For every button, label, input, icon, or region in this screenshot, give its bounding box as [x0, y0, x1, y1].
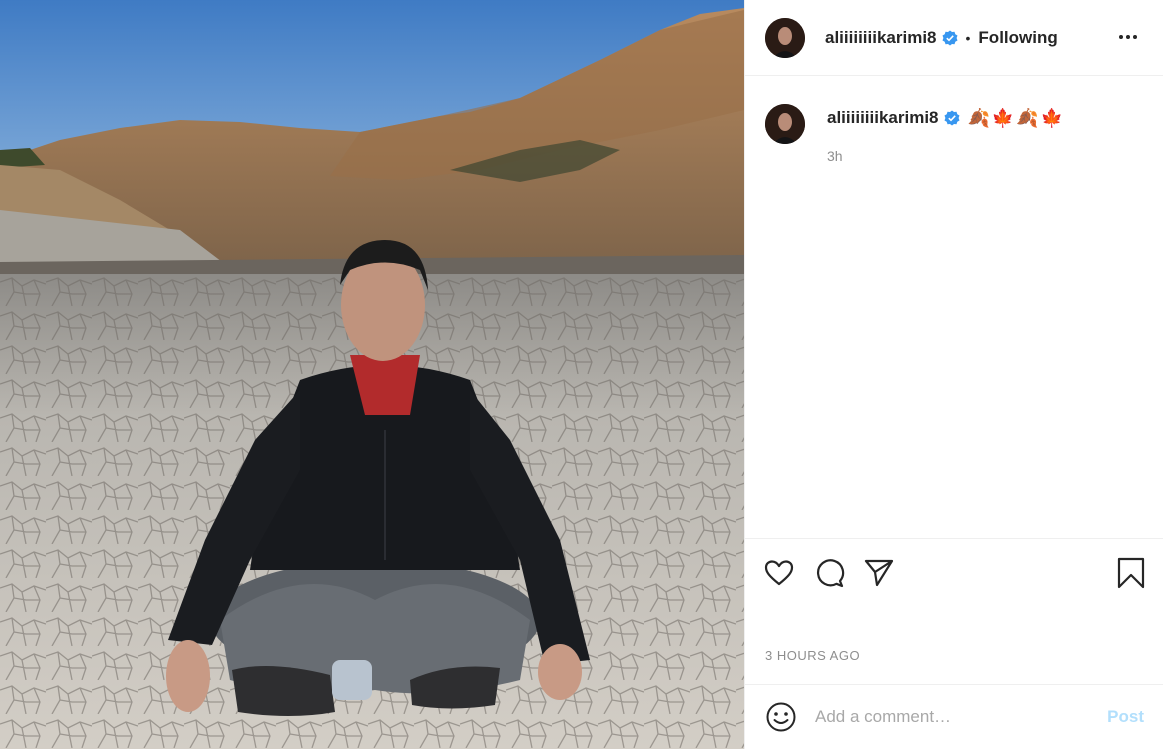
- caption-time[interactable]: 3h: [827, 148, 1065, 164]
- post-comment-button[interactable]: Post: [1107, 707, 1144, 727]
- caption: aliiiiiiiikarimi8 🍂🍁🍂🍁 3h: [765, 104, 1065, 164]
- following-button[interactable]: Following: [978, 28, 1057, 48]
- emoji-icon[interactable]: [765, 701, 797, 733]
- post-photo[interactable]: [0, 0, 744, 749]
- bookmark-icon[interactable]: [1115, 557, 1147, 589]
- post-timestamp[interactable]: 3 HOURS AGO: [765, 648, 860, 663]
- comment-bar: Post: [745, 684, 1163, 749]
- post-header: aliiiiiiiikarimi8 • Following: [745, 0, 1163, 76]
- avatar-image: [765, 17, 805, 58]
- verified-badge-icon: [944, 110, 960, 126]
- header-separator: •: [965, 29, 971, 46]
- avatar-image: [765, 104, 805, 144]
- post-image: [0, 0, 744, 749]
- verified-badge-icon: [942, 30, 958, 45]
- heart-icon[interactable]: [763, 557, 795, 589]
- header-username[interactable]: aliiiiiiiikarimi8: [825, 28, 937, 48]
- action-bar: [745, 538, 1163, 602]
- caption-body: aliiiiiiiikarimi8 🍂🍁🍂🍁 3h: [827, 104, 1065, 165]
- caption-text: 🍂🍁🍂🍁: [967, 107, 1066, 128]
- caption-line: aliiiiiiiikarimi8 🍂🍁🍂🍁: [827, 104, 1065, 132]
- caption-avatar[interactable]: [765, 104, 805, 144]
- more-icon[interactable]: [1117, 27, 1139, 47]
- share-icon[interactable]: [863, 557, 895, 589]
- comment-input[interactable]: [815, 707, 1108, 727]
- avatar[interactable]: [765, 17, 805, 58]
- comment-icon[interactable]: [813, 557, 845, 589]
- caption-username[interactable]: aliiiiiiiikarimi8: [827, 108, 939, 128]
- post-sidebar: aliiiiiiiikarimi8 • Following aliiiiiiii…: [744, 0, 1163, 749]
- post-dialog: aliiiiiiiikarimi8 • Following aliiiiiiii…: [0, 0, 1163, 749]
